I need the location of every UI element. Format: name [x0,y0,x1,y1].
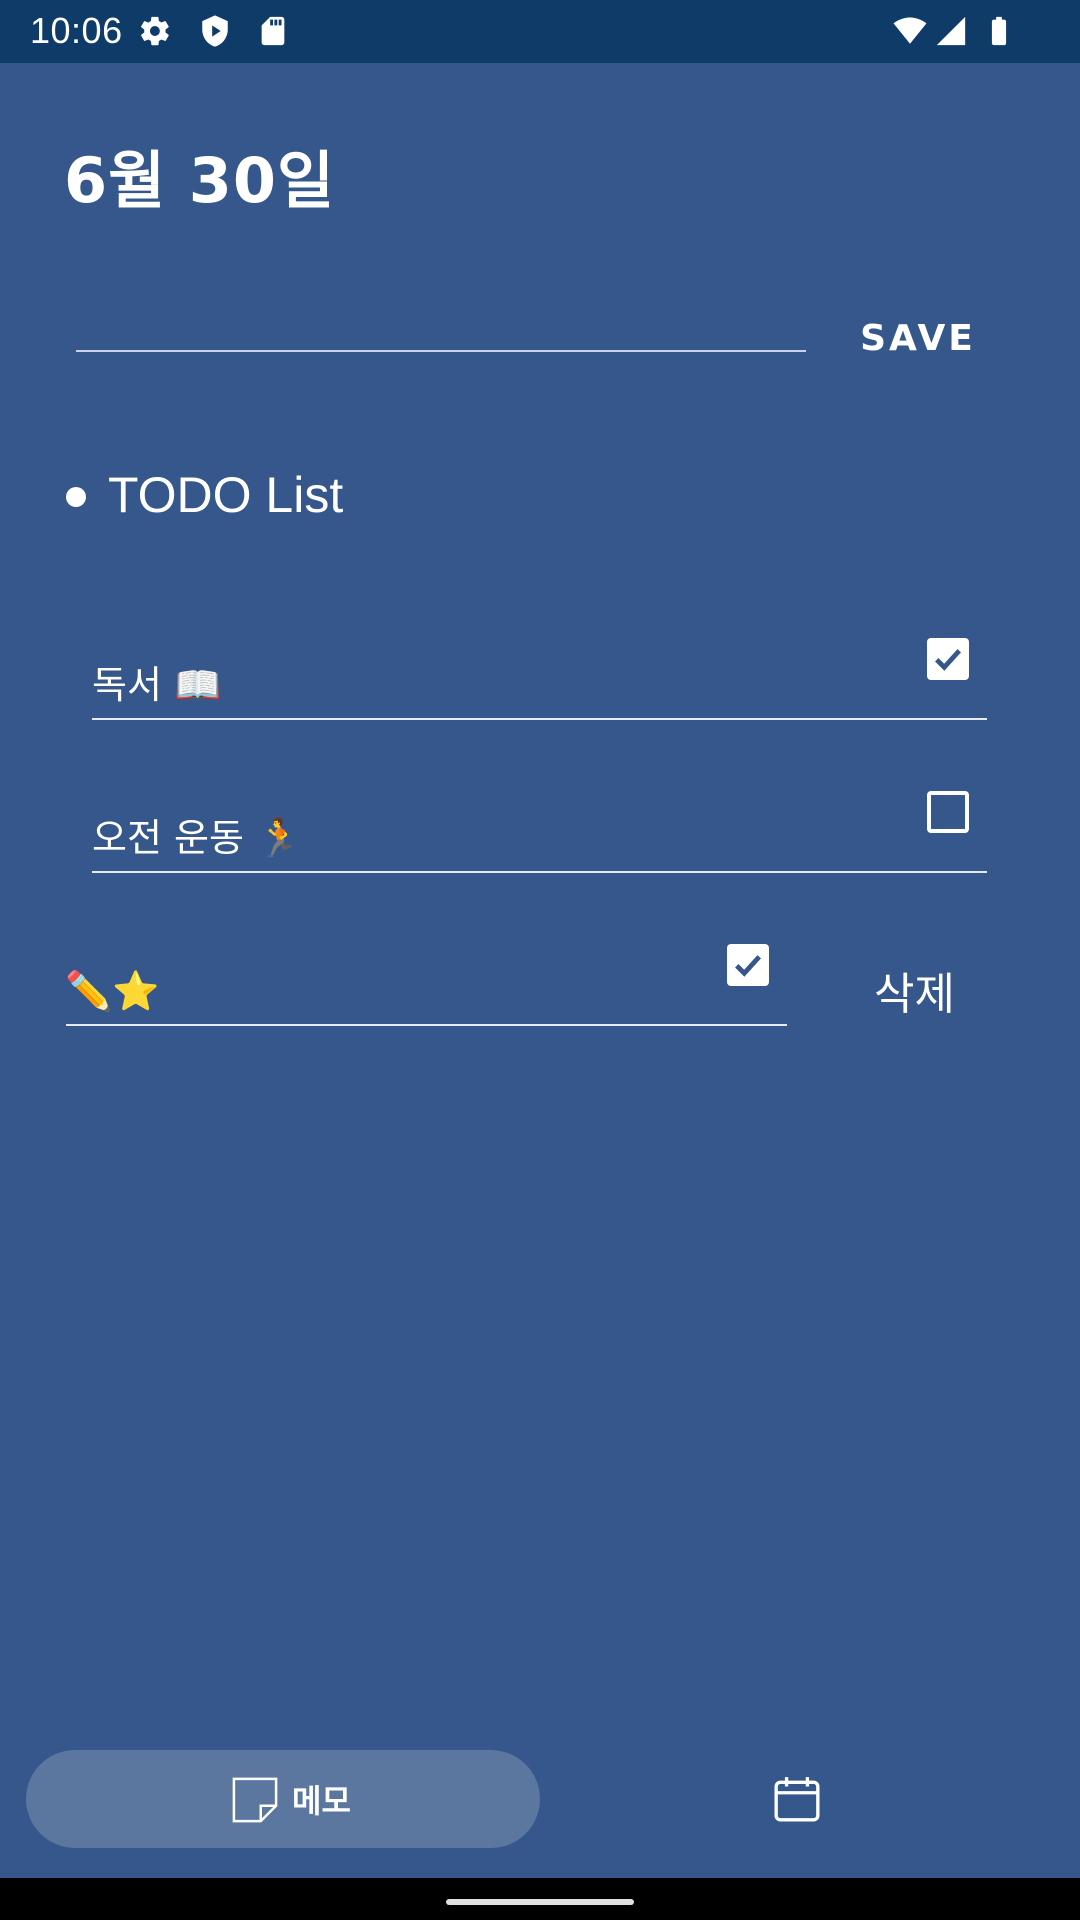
todo-checkbox[interactable] [727,944,769,986]
gesture-handle[interactable] [446,1899,634,1905]
gesture-bar [0,1878,1080,1920]
cell-signal-icon [936,16,966,46]
checkmark-icon [935,649,962,671]
battery-icon [991,16,1007,46]
todo-row[interactable]: ㅋ ✏️⭐ [66,924,787,1026]
delete-button[interactable]: 삭제 [874,958,955,1022]
checkmark-icon [735,955,762,977]
page-title: 6월 30일 [64,144,336,217]
status-bar: 10:06 [0,0,1080,63]
todo-row[interactable]: 오전 운동 🏃 [92,771,987,873]
wifi-icon [893,17,927,44]
bullet-icon [66,487,86,507]
todo-checkbox[interactable] [927,791,969,833]
section-heading: TODO List [108,467,344,523]
nav-memo-label: 메모 [292,1782,351,1820]
sd-card-icon [261,16,285,46]
todo-row[interactable]: 독서 📖 [92,618,987,720]
todo-text: 오전 운동 🏃 [92,816,304,860]
nav-tab-memo[interactable]: 메모 [26,1750,540,1848]
note-icon [232,1777,278,1823]
todo-text: ㅋ ✏️⭐ [66,969,160,1013]
calendar-icon[interactable] [772,1773,822,1825]
memo-input[interactable] [76,300,806,352]
shield-icon [202,15,228,47]
gear-icon [141,16,169,46]
todo-text: 독서 📖 [92,663,222,707]
status-time: 10:06 [30,10,123,51]
todo-checkbox[interactable] [927,638,969,680]
save-button[interactable]: SAVE [848,312,988,364]
